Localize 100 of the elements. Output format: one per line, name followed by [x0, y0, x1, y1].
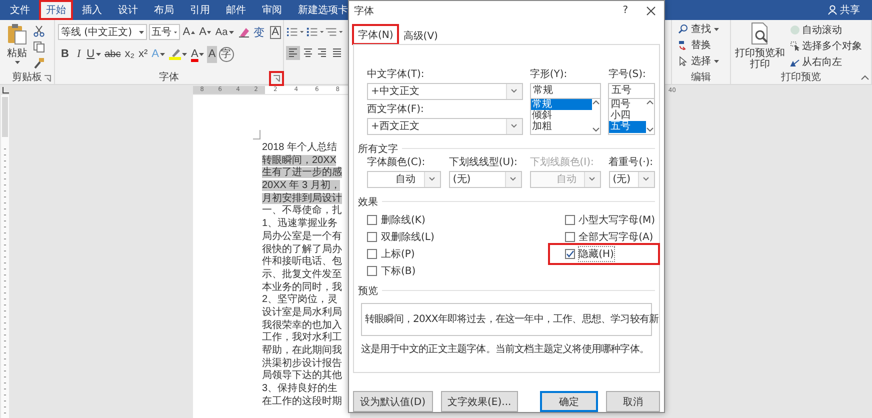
- ribbon-tab[interactable]: 引用: [184, 1, 216, 19]
- underline-button[interactable]: U: [86, 46, 102, 62]
- list-option[interactable]: 常规: [530, 98, 592, 110]
- help-button[interactable]: ?: [622, 5, 628, 16]
- list-option[interactable]: 五号: [609, 121, 646, 133]
- document-text-line: 1、迅速掌握业务: [262, 218, 338, 230]
- checkbox[interactable]: [564, 214, 575, 225]
- document-text-line: 洪渠初步设计报告: [262, 358, 342, 369]
- bold-button[interactable]: B: [58, 46, 72, 62]
- multilevel-list-icon[interactable]: [325, 26, 344, 38]
- dialog-tab[interactable]: 高级(V): [398, 26, 443, 44]
- font-name-field[interactable]: 等线 (中文正文): [58, 24, 147, 40]
- character-border-button[interactable]: A: [270, 26, 281, 38]
- section-title: 效果: [358, 196, 378, 209]
- list-option[interactable]: 四号: [609, 98, 646, 110]
- checkbox[interactable]: [367, 232, 377, 242]
- checkbox[interactable]: [367, 248, 377, 259]
- chinese-font-field[interactable]: +中文正文: [367, 82, 523, 100]
- justify-button[interactable]: [330, 46, 344, 60]
- arrow-up-icon: [191, 30, 196, 34]
- western-font-field[interactable]: +西文正文: [367, 118, 523, 135]
- select-button[interactable]: 选择: [678, 54, 730, 68]
- list-option[interactable]: 倾斜: [530, 110, 592, 122]
- dialog-launcher-icon[interactable]: [271, 73, 282, 84]
- print-preview-button[interactable]: 打印预览和 打印: [733, 22, 787, 70]
- arrow-down-icon: [207, 30, 212, 34]
- paste-button[interactable]: 粘贴: [4, 23, 30, 70]
- ribbon-tab[interactable]: 邮件: [220, 1, 252, 19]
- dropdown-field[interactable]: (无): [448, 170, 522, 188]
- autoscroll-button[interactable]: 自动滚动: [790, 23, 862, 37]
- checkbox-option[interactable]: 双删除线(L): [367, 230, 434, 243]
- field-label: 下划线颜色(I):: [530, 156, 595, 169]
- dialog-button[interactable]: 取消: [606, 391, 660, 412]
- phonetic-guide-button[interactable]: 变: [252, 24, 266, 40]
- strikethrough-button[interactable]: abc: [104, 46, 122, 62]
- dialog-button[interactable]: 文字效果(E)...: [440, 391, 518, 412]
- checkbox-option[interactable]: 下标(B): [367, 264, 434, 277]
- font-color-button[interactable]: A: [190, 46, 206, 62]
- font-size-list[interactable]: 四号 小四 五号: [608, 98, 655, 135]
- document-text-line: 3、保持良好的生: [262, 383, 338, 394]
- character-shading-button[interactable]: A: [207, 46, 217, 62]
- checkbox-option[interactable]: 全部大写字母(A): [564, 230, 655, 243]
- enclose-character-button[interactable]: 字: [218, 46, 234, 62]
- document-text-line: 件和接听电话、包: [262, 256, 342, 268]
- cursor-icon: [678, 56, 688, 66]
- ribbon-tab[interactable]: 文件: [4, 1, 36, 19]
- chevron-down-icon: [511, 124, 518, 128]
- checkbox[interactable]: [564, 232, 575, 242]
- document-text-line: 局领导下达的其他: [262, 370, 342, 382]
- numbered-list-icon[interactable]: [306, 26, 324, 38]
- collapse-ribbon-icon[interactable]: [861, 75, 869, 80]
- ribbon-tab[interactable]: 插入: [76, 1, 108, 19]
- paintbrush-icon[interactable]: [33, 57, 45, 69]
- ribbon-tab[interactable]: 布局: [148, 1, 180, 19]
- ribbon-tab[interactable]: 新建选项卡: [292, 1, 354, 19]
- find-button[interactable]: 查找: [678, 22, 730, 36]
- right-to-left-button[interactable]: 从右向左: [790, 55, 862, 69]
- replace-icon: [678, 40, 688, 50]
- dropdown-field[interactable]: (无): [608, 170, 655, 188]
- ribbon-tab[interactable]: 开始: [40, 1, 72, 19]
- italic-button[interactable]: I: [74, 46, 84, 62]
- replace-button[interactable]: 替换: [678, 38, 730, 52]
- checkbox[interactable]: [367, 266, 377, 276]
- font-size-field[interactable]: 五号: [148, 24, 180, 40]
- grow-font-button[interactable]: A: [182, 24, 196, 40]
- tab-selector-icon[interactable]: [2, 86, 9, 94]
- close-icon[interactable]: [646, 6, 656, 16]
- font-style-field[interactable]: 常规: [530, 82, 602, 99]
- checkbox-option[interactable]: 上标(P): [367, 248, 434, 260]
- list-option[interactable]: 小四: [609, 110, 646, 122]
- superscript-button[interactable]: x²: [137, 46, 149, 62]
- document-text-line: 2018 年个人总结: [262, 142, 338, 153]
- dropdown-field[interactable]: 自动: [367, 170, 441, 188]
- document-text-line: 示、批复文件发至: [262, 268, 342, 280]
- copy-icon[interactable]: [33, 41, 45, 53]
- list-option[interactable]: 加粗: [530, 121, 592, 133]
- font-style-list[interactable]: 常规 倾斜 加粗: [530, 98, 602, 135]
- ribbon-tab[interactable]: 审阅: [256, 1, 288, 19]
- change-case-button[interactable]: Aa: [214, 24, 235, 40]
- checkbox-option[interactable]: 小型大写字母(M): [564, 214, 655, 226]
- align-left-button[interactable]: [286, 46, 300, 60]
- search-icon: [678, 24, 688, 34]
- dialog-tab[interactable]: 字体(N): [353, 24, 398, 44]
- font-size-field[interactable]: 五号: [608, 82, 655, 99]
- section-title: 所有文字: [358, 142, 398, 156]
- checkbox-option[interactable]: 隐藏(H): [552, 248, 655, 260]
- dialog-button[interactable]: 确定: [540, 391, 598, 412]
- checkbox[interactable]: [564, 248, 575, 259]
- select-objects-button[interactable]: 选择多个对象: [790, 39, 862, 53]
- bullet-list-icon[interactable]: [286, 26, 305, 38]
- share-button[interactable]: 共享: [840, 3, 860, 17]
- scissors-icon[interactable]: [33, 25, 45, 37]
- shrink-font-button[interactable]: A: [198, 24, 212, 40]
- checkbox[interactable]: [367, 214, 377, 225]
- checkbox-option[interactable]: 删除线(K): [367, 214, 434, 226]
- dialog-button[interactable]: 设为默认值(D): [353, 391, 433, 412]
- field-label: 字形(Y):: [530, 68, 568, 81]
- dialog-launcher-icon[interactable]: [44, 75, 51, 82]
- ribbon-tab[interactable]: 设计: [112, 1, 144, 19]
- subscript-button[interactable]: x₂: [124, 46, 136, 62]
